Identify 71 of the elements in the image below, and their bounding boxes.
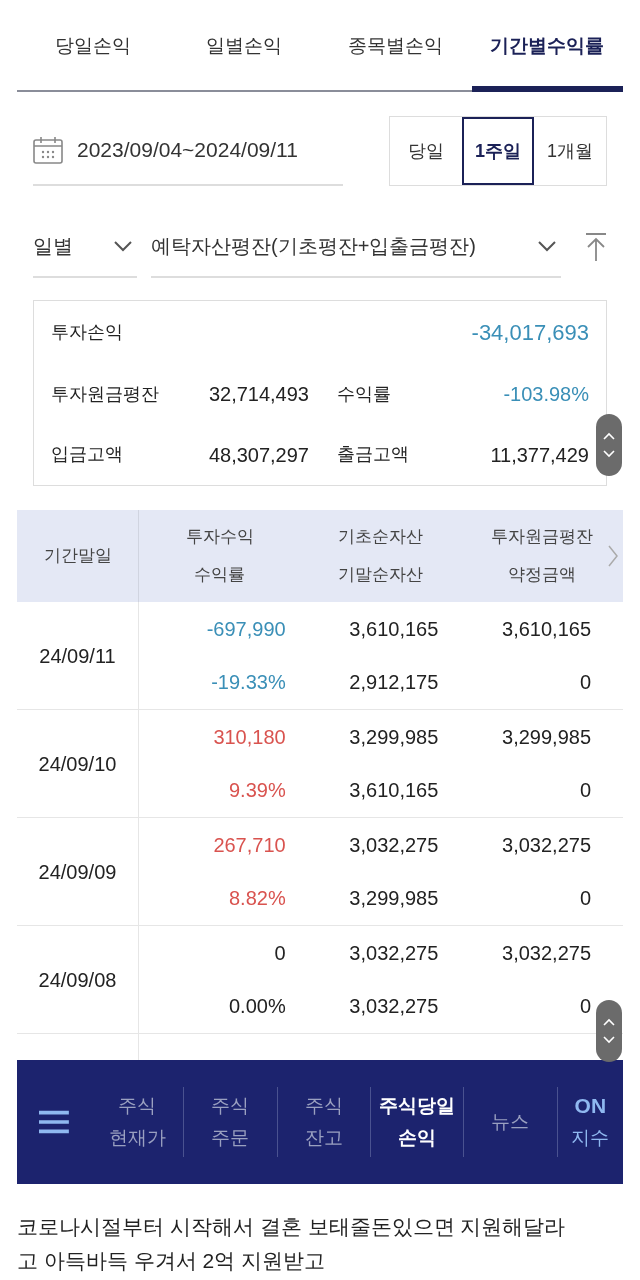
- period-button[interactable]: 당일: [390, 117, 462, 185]
- column-header: 투자원금평잔: [491, 526, 594, 549]
- date-cell: 24/09/11: [17, 602, 139, 709]
- table-cell-text: 3,610,165: [349, 616, 439, 642]
- date-range-value: 2023/09/04~2024/09/11: [77, 137, 298, 164]
- table-cell-text: 0.00%: [228, 994, 286, 1020]
- summary-value: 32,714,493: [207, 382, 309, 408]
- nav-item[interactable]: 주식당일 손익: [370, 1087, 465, 1157]
- table-cell-text: -19.33%: [211, 670, 286, 696]
- table-cell-text: -697,990: [206, 616, 286, 642]
- date-cell: 24/09/08: [17, 926, 139, 1033]
- table-cell-text: 9.39%: [228, 778, 286, 804]
- summary-label: 수익률: [337, 383, 391, 406]
- table-cell-text: 3,610,165: [502, 616, 591, 642]
- calendar-icon: [33, 136, 63, 164]
- table-cell-text: 2,912,175: [349, 670, 439, 696]
- tab[interactable]: 기간별수익률: [471, 0, 623, 92]
- nav-item[interactable]: ON 지수: [557, 1087, 623, 1157]
- table-cell-text: 0: [579, 886, 591, 912]
- table-cell-text: 3,299,985: [349, 724, 439, 750]
- tab[interactable]: 종목별손익: [320, 0, 472, 92]
- summary-value: 48,307,297: [207, 442, 309, 468]
- nav-item[interactable]: 뉴스: [464, 1087, 558, 1157]
- column-header: 투자수익: [185, 526, 254, 549]
- dropdown[interactable]: 예탁자산평잔(기초평잔+입출금평잔): [151, 216, 561, 278]
- tab[interactable]: 일별손익: [168, 0, 320, 92]
- chevron-down-icon: [113, 240, 133, 252]
- table-cell-text: 0: [579, 994, 591, 1020]
- scroll-buttons[interactable]: [596, 414, 622, 476]
- column-header: 약정금액: [508, 564, 577, 587]
- chevron-down-icon: [537, 240, 557, 252]
- nav-item[interactable]: 주식 잔고: [277, 1087, 371, 1157]
- menu-icon[interactable]: [39, 1109, 69, 1135]
- summary-value: -34,017,693: [471, 319, 589, 348]
- column-header: 수익률: [194, 564, 246, 587]
- summary-value: 11,377,429: [490, 442, 589, 468]
- table-cell-text: 3,032,275: [502, 832, 591, 858]
- post-text: 고 아득바득 우겨서 2억 지원받고: [17, 1248, 327, 1274]
- dropdown[interactable]: 일별: [33, 216, 137, 278]
- nav-item[interactable]: 주식 주문: [184, 1087, 278, 1157]
- summary-label: 출금고액: [337, 443, 409, 467]
- tab[interactable]: 당일손익: [17, 0, 169, 92]
- column-header: 기말순자산: [338, 564, 424, 587]
- summary-label: 투자원금평잔: [51, 383, 160, 406]
- column-header: 기초순자산: [338, 526, 424, 549]
- scroll-to-top-icon[interactable]: [585, 232, 607, 262]
- table-cell-text: 3,299,985: [502, 724, 591, 750]
- table-cell-text: 3,299,985: [349, 886, 439, 912]
- summary-label: 입금고액: [51, 443, 124, 467]
- column-header: 기간말일: [17, 510, 139, 602]
- table-cell-text: 3,032,275: [349, 994, 439, 1020]
- date-cell: 24/09/09: [17, 818, 139, 925]
- period-button[interactable]: 1주일: [462, 117, 534, 185]
- period-button[interactable]: 1개월: [534, 117, 606, 185]
- table-cell-text: 3,032,275: [349, 940, 439, 966]
- table-cell-text: 0: [579, 670, 591, 696]
- scroll-buttons[interactable]: [596, 1000, 622, 1062]
- date-cell: 24/09/10: [17, 710, 139, 817]
- table-cell-text: 267,710: [213, 832, 286, 858]
- summary-label: 투자손익: [51, 321, 123, 345]
- date-range-field[interactable]: 2023/09/04~2024/09/11: [33, 116, 343, 186]
- nav-item[interactable]: 주식 현재가: [90, 1087, 185, 1157]
- table-cell-text: 3,032,275: [349, 832, 439, 858]
- table-cell-text: 310,180: [213, 724, 286, 750]
- post-text: 코로나시절부터 시작해서 결혼 보태줄돈있으면 지원해달라: [17, 1214, 567, 1240]
- table-cell-text: 0: [274, 940, 286, 966]
- table-cell-text: 8.82%: [228, 886, 286, 912]
- table-cell-text: 3,032,275: [502, 940, 591, 966]
- table-cell-text: 0: [579, 778, 591, 804]
- summary-value: -103.98%: [503, 382, 589, 408]
- table-cell-text: 3,610,165: [349, 778, 439, 804]
